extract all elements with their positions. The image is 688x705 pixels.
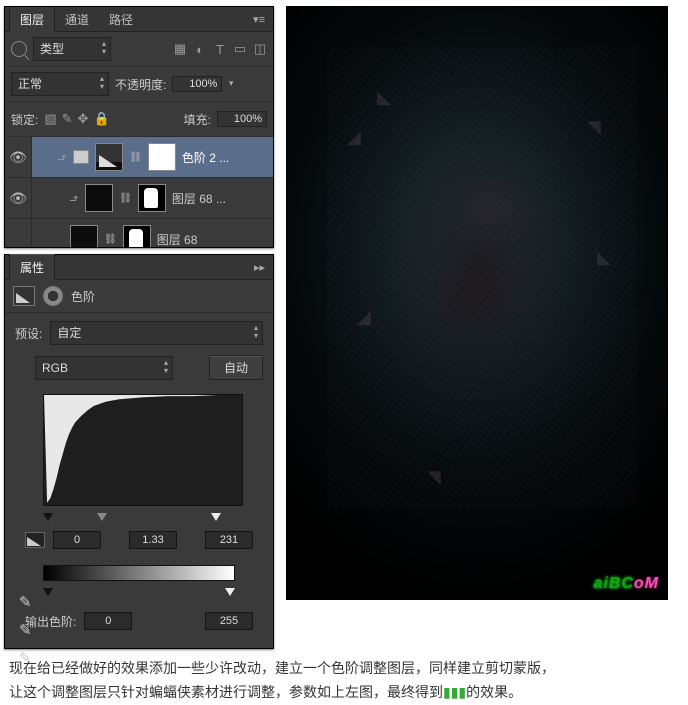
result-preview-image: ◢ ◣ ◥ ◢ ◣ ◥ aiBCoM xyxy=(286,6,668,600)
panel-tab-bar: 图层 通道 路径 ▾≡ xyxy=(5,7,273,32)
mask-thumb[interactable] xyxy=(148,143,176,171)
input-sliders[interactable] xyxy=(15,513,263,521)
output-gradient[interactable] xyxy=(43,565,235,581)
lock-label: 锁定: xyxy=(11,111,38,128)
mask-link-icon[interactable]: ⛓ xyxy=(104,234,117,245)
eyedropper-gray-icon[interactable]: ✎ xyxy=(19,621,32,639)
filter-type-icon[interactable]: T xyxy=(213,42,227,56)
layer-thumb[interactable] xyxy=(85,184,113,212)
mask-link-icon[interactable]: ⛓ xyxy=(119,193,132,204)
filter-kind-dropdown[interactable]: 类型 ▴▾ xyxy=(33,37,111,61)
lock-paint-icon[interactable]: ✎ xyxy=(62,111,73,127)
layer-thumb[interactable] xyxy=(70,225,98,248)
layer-name: 图层 68 ... xyxy=(172,190,226,207)
output-white-field[interactable] xyxy=(205,612,253,630)
properties-tab-bar: 属性 ▸▸ xyxy=(5,255,273,280)
visibility-toggle[interactable]: 👁 xyxy=(5,178,32,218)
levels-icon xyxy=(13,286,35,306)
caption-line1: 现在给已经做好的效果添加一些少许改动，建立一个色阶调整图层，同样建立剪切蒙版， xyxy=(9,657,679,681)
tab-layers[interactable]: 图层 xyxy=(9,6,55,32)
adjustment-header: 色阶 xyxy=(5,280,273,313)
input-black-field[interactable] xyxy=(53,531,101,549)
lock-position-icon[interactable]: ✥ xyxy=(78,111,89,127)
mask-icon[interactable] xyxy=(43,286,63,306)
visibility-toggle[interactable] xyxy=(5,219,32,248)
layer-name: 图层 68 xyxy=(157,231,198,248)
panel-menu-icon[interactable]: ▸▸ xyxy=(250,261,269,274)
watermark: aiBCoM xyxy=(593,575,659,593)
clip-icon: ↳ xyxy=(68,193,81,202)
levels-small-icon xyxy=(25,532,45,548)
output-label: 输出色阶: xyxy=(25,613,76,630)
slider-out-white[interactable] xyxy=(225,588,235,596)
input-levels-row xyxy=(15,531,263,549)
blend-opacity-row: 正常 ▴▾ 不透明度: 100% xyxy=(5,67,273,102)
adjustment-title: 色阶 xyxy=(71,288,95,305)
preset-label: 预设: xyxy=(15,325,42,342)
slider-out-black[interactable] xyxy=(43,588,53,596)
properties-panel: 属性 ▸▸ 色阶 预设: 自定 ▴▾ RGB xyxy=(4,254,274,649)
auto-button[interactable]: 自动 xyxy=(209,355,263,380)
mask-link-icon[interactable]: ⛓ xyxy=(129,152,142,163)
filter-smart-icon[interactable]: ◫ xyxy=(253,42,267,56)
layers-list: 👁 ↳ ⛓ 色阶 2 ... 👁 ↳ ⛓ xyxy=(5,137,273,248)
slider-mid[interactable] xyxy=(97,513,107,521)
blend-mode-dropdown[interactable]: 正常 ▴▾ xyxy=(11,72,109,96)
tutorial-caption: 现在给已经做好的效果添加一些少许改动，建立一个色阶调整图层，同样建立剪切蒙版， … xyxy=(3,657,685,705)
panel-menu-icon[interactable]: ▾≡ xyxy=(249,13,269,26)
fill-field[interactable]: 100% xyxy=(217,111,267,127)
filter-adjust-icon[interactable]: ◐ xyxy=(193,42,207,56)
tab-channels[interactable]: 通道 xyxy=(55,7,99,32)
output-sliders[interactable] xyxy=(15,588,263,596)
output-black-field[interactable] xyxy=(84,612,132,630)
layer-row[interactable]: 👁 ↳ ⛓ 色阶 2 ... xyxy=(5,137,273,178)
eyedropper-white-icon[interactable]: ✎ xyxy=(19,649,32,667)
filter-kind-label: 类型 xyxy=(40,42,64,56)
tab-paths[interactable]: 路径 xyxy=(99,7,143,32)
visibility-toggle[interactable]: 👁 xyxy=(5,137,32,177)
tab-properties[interactable]: 属性 xyxy=(9,254,55,280)
histogram-svg xyxy=(44,395,242,505)
clip-icon: ↳ xyxy=(56,152,69,161)
preset-value: 自定 xyxy=(57,326,81,340)
output-levels-row: 输出色阶: xyxy=(15,606,263,640)
input-mid-field[interactable] xyxy=(129,531,177,549)
layer-row[interactable]: ⛓ 图层 68 xyxy=(5,219,273,248)
layers-panel: 图层 通道 路径 ▾≡ 类型 ▴▾ ▦ ◐ T ▭ ◫ xyxy=(4,6,274,248)
search-icon[interactable] xyxy=(11,41,27,57)
lock-fill-row: 锁定: ▧ ✎ ✥ 🔒 填充: 100% xyxy=(5,102,273,137)
eyedropper-tools: ✎ ✎ ✎ xyxy=(19,593,32,667)
filter-pixel-icon[interactable]: ▦ xyxy=(173,42,187,56)
eyedropper-black-icon[interactable]: ✎ xyxy=(19,593,32,611)
layer-name: 色阶 2 ... xyxy=(182,149,229,166)
mask-thumb[interactable] xyxy=(138,184,166,212)
lock-transparent-icon[interactable]: ▧ xyxy=(44,111,56,127)
layer-thumb[interactable] xyxy=(95,143,123,171)
mask-thumb[interactable] xyxy=(123,225,151,248)
opacity-field[interactable]: 100% xyxy=(172,76,222,92)
preset-dropdown[interactable]: 自定 ▴▾ xyxy=(50,321,263,345)
layer-filter-row: 类型 ▴▾ ▦ ◐ T ▭ ◫ xyxy=(5,32,273,67)
blend-mode-value: 正常 xyxy=(18,77,42,91)
fill-label: 填充: xyxy=(184,111,211,128)
filter-shape-icon[interactable]: ▭ xyxy=(233,42,247,56)
input-white-field[interactable] xyxy=(205,531,253,549)
slider-white[interactable] xyxy=(211,513,221,521)
channel-value: RGB xyxy=(42,361,68,375)
levels-histogram[interactable] xyxy=(43,394,243,506)
caption-line2: 让这个调整图层只针对蝙蝠侠素材进行调整，参数如上左图，最终得到▮▮▮的效果。 xyxy=(9,681,679,705)
lock-all-icon[interactable]: 🔒 xyxy=(93,111,109,127)
adjustment-icon xyxy=(73,150,89,164)
channel-dropdown[interactable]: RGB ▴▾ xyxy=(35,356,173,380)
layer-row[interactable]: 👁 ↳ ⛓ 图层 68 ... xyxy=(5,178,273,219)
opacity-label: 不透明度: xyxy=(115,76,166,93)
slider-black[interactable] xyxy=(43,513,53,521)
